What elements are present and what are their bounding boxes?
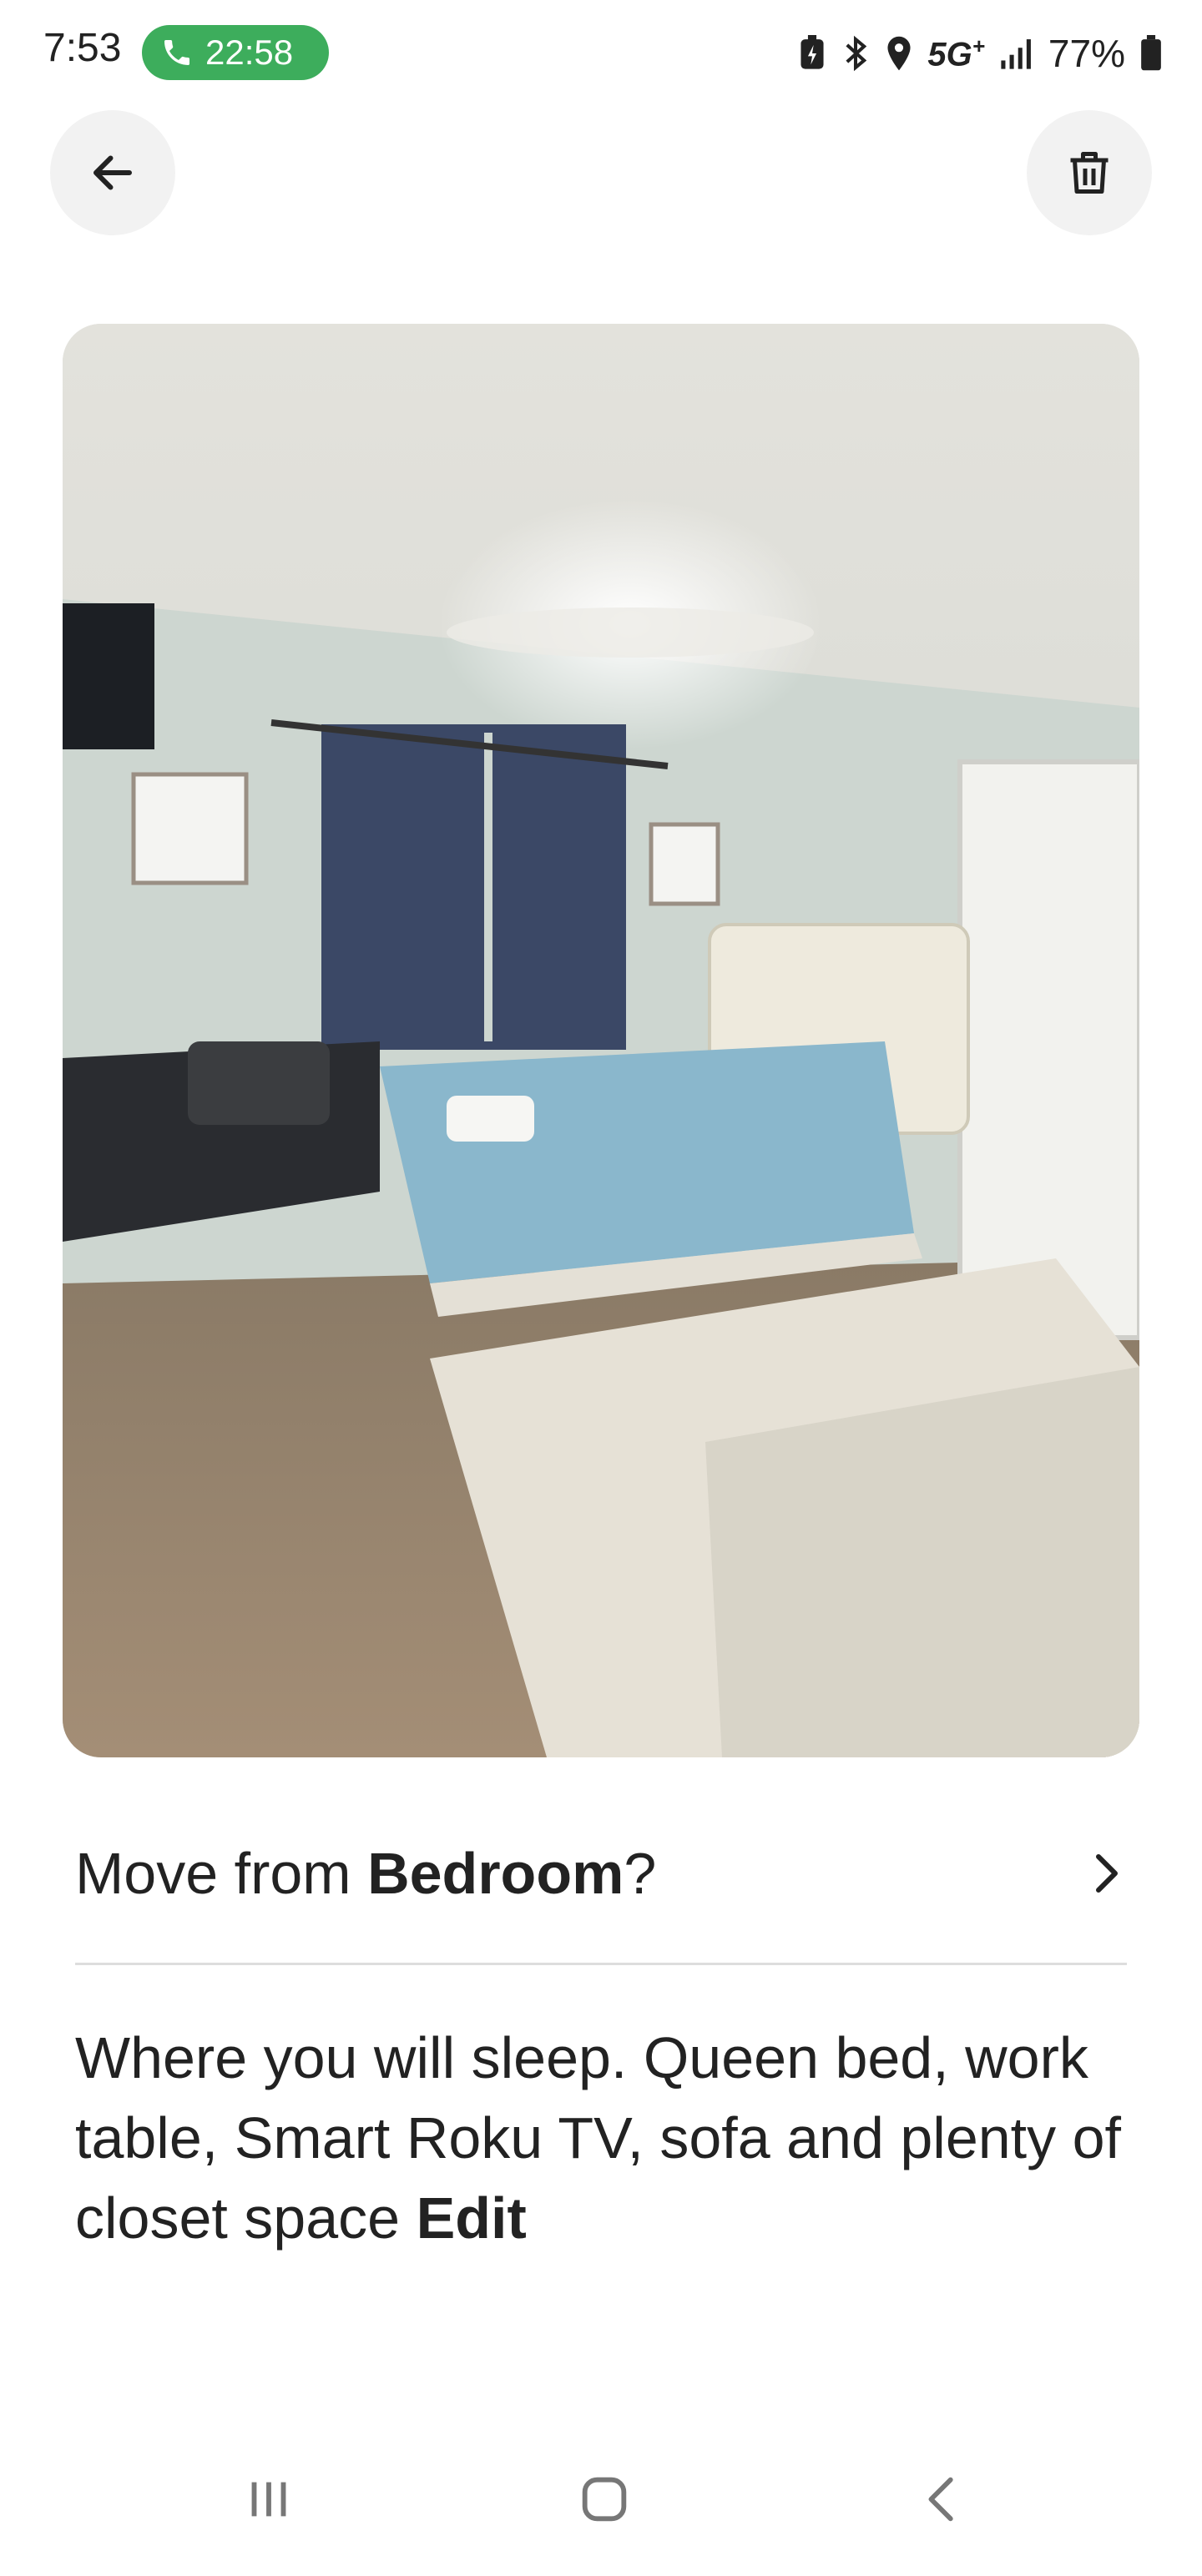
photo-caption: Where you will sleep. Queen bed, work ta… xyxy=(75,2018,1144,2258)
network-type: 5G+ xyxy=(927,33,985,73)
bedroom-photo-image xyxy=(63,324,1139,1757)
home-icon xyxy=(582,2477,627,2522)
location-icon xyxy=(887,36,911,71)
divider xyxy=(75,1963,1127,1965)
system-nav-bar xyxy=(0,2445,1202,2553)
battery-saver-icon xyxy=(800,35,824,69)
arrow-left-icon xyxy=(93,155,132,190)
chevron-right-icon xyxy=(1096,1854,1118,1893)
phone-icon xyxy=(164,40,189,65)
bedroom-photo[interactable] xyxy=(63,324,1139,1757)
recent-apps-button[interactable] xyxy=(235,2470,302,2528)
edit-caption-button[interactable]: Edit xyxy=(417,2185,527,2251)
status-time: 7:53 xyxy=(43,26,122,70)
bluetooth-icon xyxy=(846,35,867,72)
ongoing-call-pill[interactable]: 22:58 xyxy=(142,25,329,80)
recent-apps-icon xyxy=(251,2482,286,2517)
back-button[interactable] xyxy=(50,110,175,235)
signal-icon xyxy=(1001,39,1031,69)
status-bar: 7:53 22:58 5G+ 77% xyxy=(0,0,1202,103)
move-from-room-row[interactable]: Move from Bedroom? xyxy=(75,1827,1127,1919)
nav-back-button[interactable] xyxy=(910,2470,977,2528)
trash-icon xyxy=(1070,152,1109,194)
delete-photo-button[interactable] xyxy=(1027,110,1152,235)
room-name: Bedroom xyxy=(367,1841,624,1906)
battery-percent: 77% xyxy=(1048,32,1125,75)
move-from-room-label: Move from Bedroom? xyxy=(75,1841,657,1906)
battery-icon xyxy=(1141,35,1161,71)
call-timer: 22:58 xyxy=(205,33,294,72)
status-icons: 5G+ 77% xyxy=(797,28,1164,78)
home-button[interactable] xyxy=(571,2470,638,2528)
caption-text: Where you will sleep. Queen bed, work ta… xyxy=(75,2025,1121,2251)
back-icon xyxy=(928,2477,953,2522)
